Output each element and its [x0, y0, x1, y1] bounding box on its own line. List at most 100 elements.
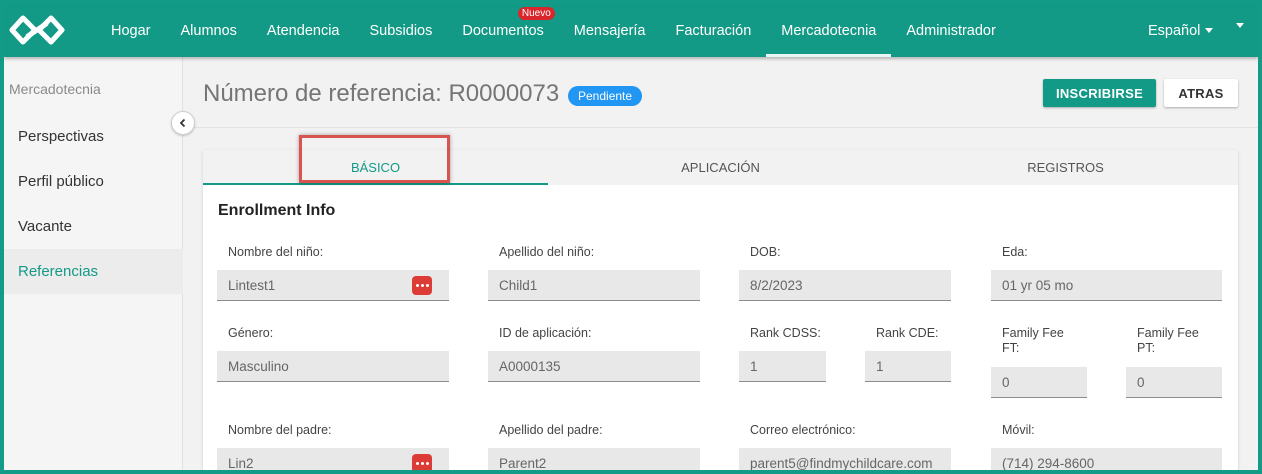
sidebar: Mercadotecnia Perspectivas Perfil públic… [4, 57, 183, 470]
tab-label: APLICACIÓN [681, 160, 760, 175]
nav-item-label: Alumnos [180, 22, 237, 39]
field-value: Lintest1 [228, 277, 276, 293]
sidebar-item-label: Perspectivas [18, 128, 104, 145]
field-value: 1 [750, 358, 758, 374]
rank-cdss-field[interactable]: 1 [739, 351, 826, 382]
sidebar-item-label: Referencias [18, 263, 99, 280]
label-line: PT: [1137, 341, 1156, 355]
age-label: Eda: [1002, 245, 1028, 259]
header-divider [184, 127, 1258, 128]
email-label: Correo electrónico: [750, 423, 856, 437]
referral-card: BÁSICO APLICACIÓN REGISTROS Enrollment I… [203, 135, 1238, 470]
parent-first-name-label: Nombre del padre: [228, 423, 332, 437]
collapse-sidebar-button[interactable] [171, 111, 195, 135]
field-value: parent5@findmychildcare.com [750, 455, 933, 471]
tab-label: REGISTROS [1027, 160, 1104, 175]
sidebar-item-perspectivas[interactable]: Perspectivas [4, 114, 183, 159]
tab-aplicacion[interactable]: APLICACIÓN [548, 150, 893, 185]
child-last-name-label: Apellido del niño: [499, 245, 595, 259]
mobile-label: Móvil: [1002, 423, 1035, 437]
field-value: A0000135 [499, 358, 561, 374]
field-value: Parent2 [499, 455, 547, 471]
dob-field[interactable]: 8/2/2023 [739, 270, 951, 301]
nav-item-documentos[interactable]: Documentos Nuevo [447, 4, 558, 57]
field-value: 0 [1137, 374, 1145, 390]
nav-item-subsidios[interactable]: Subsidios [354, 4, 447, 57]
main-content: Número de referencia: R0000073 Pendiente… [184, 57, 1258, 470]
nav-item-administrador[interactable]: Administrador [891, 4, 1010, 57]
age-field[interactable]: 01 yr 05 mo [991, 270, 1222, 301]
child-last-name-field[interactable]: Child1 [488, 270, 700, 301]
back-button[interactable]: ATRAS [1164, 79, 1238, 107]
enroll-button[interactable]: INSCRIBIRSE [1043, 79, 1156, 107]
main-menu: Hogar Alumnos Atendencia Subsidios Docum… [96, 4, 1011, 57]
label-line: Family Fee [1002, 326, 1064, 340]
nav-item-label: Hogar [111, 22, 151, 39]
chevron-down-icon [1205, 28, 1214, 33]
parent-last-name-field[interactable]: Parent2 [488, 448, 700, 470]
field-value: 1 [876, 358, 884, 374]
family-fee-pt-label: Family Fee PT: [1137, 326, 1199, 356]
field-value: Lin2 [228, 455, 254, 471]
nav-item-facturacion[interactable]: Facturación [661, 4, 767, 57]
nav-item-label: Mensajería [573, 22, 646, 39]
field-value: (714) 294-8600 [1002, 455, 1095, 471]
field-value: 8/2/2023 [750, 277, 803, 293]
email-field[interactable]: parent5@findmychildcare.com [739, 448, 951, 470]
language-selector[interactable]: Español [1148, 4, 1214, 57]
child-first-name-label: Nombre del niño: [228, 245, 324, 259]
field-value: 01 yr 05 mo [1002, 277, 1074, 293]
nav-item-alumnos[interactable]: Alumnos [166, 4, 252, 57]
nav-item-label: Documentos [462, 22, 544, 39]
nav-item-hogar[interactable]: Hogar [96, 4, 166, 57]
new-badge: Nuevo [517, 7, 555, 20]
nav-item-mercadotecnia[interactable]: Mercadotecnia [766, 4, 892, 57]
sidebar-item-label: Vacante [18, 218, 72, 235]
nav-item-label: Administrador [906, 22, 996, 39]
field-value: Masculino [228, 358, 289, 374]
child-first-name-field[interactable]: Lintest1 [217, 270, 449, 301]
sidebar-item-perfil-publico[interactable]: Perfil público [4, 159, 183, 204]
parent-last-name-label: Apellido del padre: [499, 423, 603, 437]
parent-first-name-field[interactable]: Lin2 [217, 448, 449, 470]
tab-basico[interactable]: BÁSICO [203, 150, 548, 185]
nav-item-label: Subsidios [369, 22, 433, 39]
dob-label: DOB: [750, 245, 781, 259]
nav-item-label: Atendencia [266, 22, 340, 39]
sidebar-item-label: Perfil público [18, 173, 104, 190]
family-fee-ft-field[interactable]: 0 [991, 367, 1087, 398]
application-id-field[interactable]: A0000135 [488, 351, 700, 382]
language-label: Español [1148, 22, 1201, 39]
rank-cdss-label: Rank CDSS: [750, 326, 821, 340]
field-value: Child1 [499, 277, 538, 293]
rank-cde-field[interactable]: 1 [865, 351, 951, 382]
family-fee-pt-field[interactable]: 0 [1126, 367, 1222, 398]
sidebar-title: Mercadotecnia [9, 81, 101, 97]
label-line: FT: [1002, 341, 1020, 355]
nav-item-label: Facturación [675, 22, 752, 39]
rank-cde-label: Rank CDE: [876, 326, 939, 340]
nav-item-mensajeria[interactable]: Mensajería [559, 4, 661, 57]
label-line: Family Fee [1137, 326, 1199, 340]
gender-label: Género: [228, 326, 274, 340]
tab-registros[interactable]: REGISTROS [893, 150, 1238, 185]
field-value: 0 [1002, 374, 1010, 390]
nav-item-atendencia[interactable]: Atendencia [252, 4, 355, 57]
section-title: Enrollment Info [218, 202, 336, 219]
page-title: Número de referencia: R0000073 [203, 80, 560, 107]
family-fee-ft-label: Family Fee FT: [1002, 326, 1064, 356]
sidebar-item-referencias[interactable]: Referencias [4, 249, 183, 294]
user-menu-chevron-down-icon[interactable] [1236, 23, 1244, 28]
top-navigation-bar: Hogar Alumnos Atendencia Subsidios Docum… [4, 4, 1258, 57]
logo-icon[interactable] [6, 10, 68, 50]
gender-field[interactable]: Masculino [217, 351, 449, 382]
tab-label: BÁSICO [350, 160, 401, 175]
app-window: Hogar Alumnos Atendencia Subsidios Docum… [4, 4, 1258, 470]
status-badge: Pendiente [568, 86, 643, 106]
more-options-icon[interactable] [412, 276, 432, 295]
more-options-icon[interactable] [412, 454, 432, 470]
tab-bar: BÁSICO APLICACIÓN REGISTROS [203, 150, 1238, 185]
application-id-label: ID de aplicación: [499, 326, 592, 340]
mobile-field[interactable]: (714) 294-8600 [991, 448, 1222, 470]
sidebar-item-vacante[interactable]: Vacante [4, 204, 183, 249]
